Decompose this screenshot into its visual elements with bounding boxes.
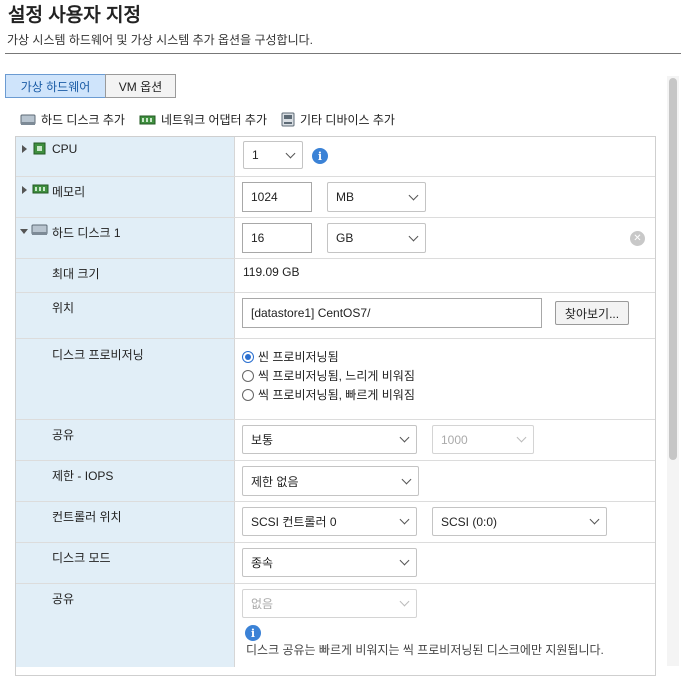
provisioning-option-thin[interactable]: 씬 프로비저닝됨 bbox=[242, 347, 415, 366]
provisioning-option-label: 씩 프로비저닝됨, 느리게 비워짐 bbox=[258, 369, 415, 383]
row-divider bbox=[16, 542, 655, 543]
disk-unit-value: GB bbox=[336, 231, 354, 245]
disk-mode-label: 디스크 모드 bbox=[52, 551, 111, 565]
provisioning-option-label: 씩 프로비저닝됨, 빠르게 비워짐 bbox=[258, 388, 415, 402]
network-adapter-icon bbox=[139, 115, 156, 124]
max-size-label: 최대 크기 bbox=[52, 267, 100, 281]
tab-vm-options[interactable]: VM 옵션 bbox=[105, 74, 176, 98]
row-divider bbox=[16, 419, 655, 420]
provisioning-option-thick-lazy[interactable]: 씩 프로비저닝됨, 느리게 비워짐 bbox=[242, 366, 415, 385]
scrollbar-thumb[interactable] bbox=[669, 78, 677, 460]
memory-label: 메모리 bbox=[52, 185, 86, 199]
header-divider bbox=[5, 53, 681, 54]
collapse-disk-chevron-icon[interactable] bbox=[20, 229, 28, 234]
chevron-down-icon bbox=[399, 432, 410, 443]
add-other-device-button[interactable]: 기타 디바이스 추가 bbox=[281, 111, 395, 128]
add-other-device-label: 기타 디바이스 추가 bbox=[299, 113, 395, 127]
expand-cpu-chevron-icon[interactable] bbox=[22, 145, 27, 153]
chevron-down-icon bbox=[285, 148, 296, 158]
expand-memory-chevron-icon[interactable] bbox=[22, 186, 27, 194]
cpu-icon bbox=[33, 142, 46, 155]
browse-button[interactable]: 찾아보기... bbox=[555, 301, 629, 325]
chevron-down-icon bbox=[399, 596, 410, 607]
memory-unit-select[interactable]: MB bbox=[327, 182, 426, 212]
row-divider bbox=[16, 217, 655, 218]
row-divider bbox=[16, 258, 655, 259]
controller-slot-select[interactable]: SCSI (0:0) bbox=[432, 507, 607, 536]
page-title: 설정 사용자 지정 bbox=[8, 5, 141, 26]
row-divider bbox=[16, 501, 655, 502]
info-icon[interactable]: i bbox=[312, 148, 328, 164]
sharing-select: 없음 bbox=[242, 589, 417, 618]
row-divider bbox=[16, 338, 655, 339]
provisioning-label: 디스크 프로비저닝 bbox=[52, 348, 144, 362]
row-divider bbox=[16, 176, 655, 177]
disk-mode-select[interactable]: 종속 bbox=[242, 548, 417, 577]
sharing-label: 공유 bbox=[52, 592, 75, 606]
disk-unit-select[interactable]: GB bbox=[327, 223, 426, 253]
hardware-toolbar: 하드 디스크 추가 네트워크 어댑터 추가 기타 디바이스 추가 bbox=[20, 111, 395, 128]
add-hard-disk-button[interactable]: 하드 디스크 추가 bbox=[20, 111, 125, 128]
sharing-info-icon: i bbox=[245, 625, 261, 641]
radio-thin[interactable] bbox=[242, 350, 254, 363]
limit-iops-label: 제한 - IOPS bbox=[52, 469, 114, 483]
limit-iops-value: 제한 없음 bbox=[251, 474, 299, 489]
row-divider bbox=[16, 583, 655, 584]
other-device-icon bbox=[281, 112, 295, 127]
memory-unit-value: MB bbox=[336, 190, 354, 204]
add-network-adapter-button[interactable]: 네트워크 어댑터 추가 bbox=[139, 111, 267, 128]
provisioning-option-label: 씬 프로비저닝됨 bbox=[258, 350, 339, 364]
disk-size-input[interactable]: 16 bbox=[242, 223, 312, 253]
cpu-count-select[interactable]: 1 bbox=[243, 141, 303, 169]
shares-level-value: 보통 bbox=[251, 433, 274, 447]
shares-label: 공유 bbox=[52, 428, 75, 442]
limit-iops-select[interactable]: 제한 없음 bbox=[242, 466, 419, 496]
cpu-label: CPU bbox=[52, 142, 78, 156]
add-hard-disk-label: 하드 디스크 추가 bbox=[41, 113, 125, 127]
chevron-down-icon bbox=[589, 514, 600, 525]
max-size-value: 119.09 GB bbox=[243, 265, 300, 279]
controller-value: SCSI 컨트롤러 0 bbox=[251, 515, 337, 529]
radio-thick-lazy[interactable] bbox=[242, 369, 254, 382]
controller-select[interactable]: SCSI 컨트롤러 0 bbox=[242, 507, 417, 536]
memory-icon bbox=[32, 184, 49, 194]
chevron-down-icon bbox=[516, 432, 527, 443]
controller-slot-value: SCSI (0:0) bbox=[441, 514, 498, 529]
sharing-note: 디스크 공유는 빠르게 비워지는 씩 프로비저닝된 디스크에만 지원됩니다. bbox=[246, 643, 604, 657]
hard-disk-icon bbox=[20, 114, 36, 125]
shares-number-select: 1000 bbox=[432, 425, 534, 454]
chevron-down-icon bbox=[408, 190, 419, 200]
memory-size-input[interactable]: 1024 bbox=[242, 182, 312, 212]
hard-disk-icon bbox=[31, 224, 48, 235]
chevron-down-icon bbox=[399, 555, 410, 566]
shares-level-select[interactable]: 보통 bbox=[242, 425, 417, 454]
page-subtitle: 가상 시스템 하드웨어 및 가상 시스템 추가 옵션을 구성합니다. bbox=[7, 33, 314, 47]
row-divider bbox=[16, 460, 655, 461]
row-divider bbox=[16, 292, 655, 293]
shares-number-value: 1000 bbox=[441, 432, 468, 447]
location-input[interactable]: [datastore1] CentOS7/ bbox=[242, 298, 542, 328]
remove-disk-close-icon[interactable]: ✕ bbox=[630, 231, 645, 246]
chevron-down-icon bbox=[399, 514, 410, 525]
chevron-down-icon bbox=[401, 474, 412, 484]
add-network-adapter-label: 네트워크 어댑터 추가 bbox=[160, 113, 267, 127]
disk-mode-value: 종속 bbox=[251, 556, 274, 570]
location-label: 위치 bbox=[52, 301, 75, 315]
radio-thick-eager[interactable] bbox=[242, 388, 254, 401]
provisioning-option-thick-eager[interactable]: 씩 프로비저닝됨, 빠르게 비워짐 bbox=[242, 385, 415, 404]
chevron-down-icon bbox=[408, 231, 419, 241]
sharing-value: 없음 bbox=[251, 597, 274, 611]
hard-disk-label: 하드 디스크 1 bbox=[52, 226, 121, 240]
cpu-count-value: 1 bbox=[252, 148, 259, 162]
controller-location-label: 컨트롤러 위치 bbox=[52, 510, 122, 524]
provisioning-radio-group: 씬 프로비저닝됨 씩 프로비저닝됨, 느리게 비워짐 씩 프로비저닝됨, 빠르게… bbox=[242, 347, 415, 404]
tab-virtual-hardware[interactable]: 가상 하드웨어 bbox=[5, 74, 106, 98]
